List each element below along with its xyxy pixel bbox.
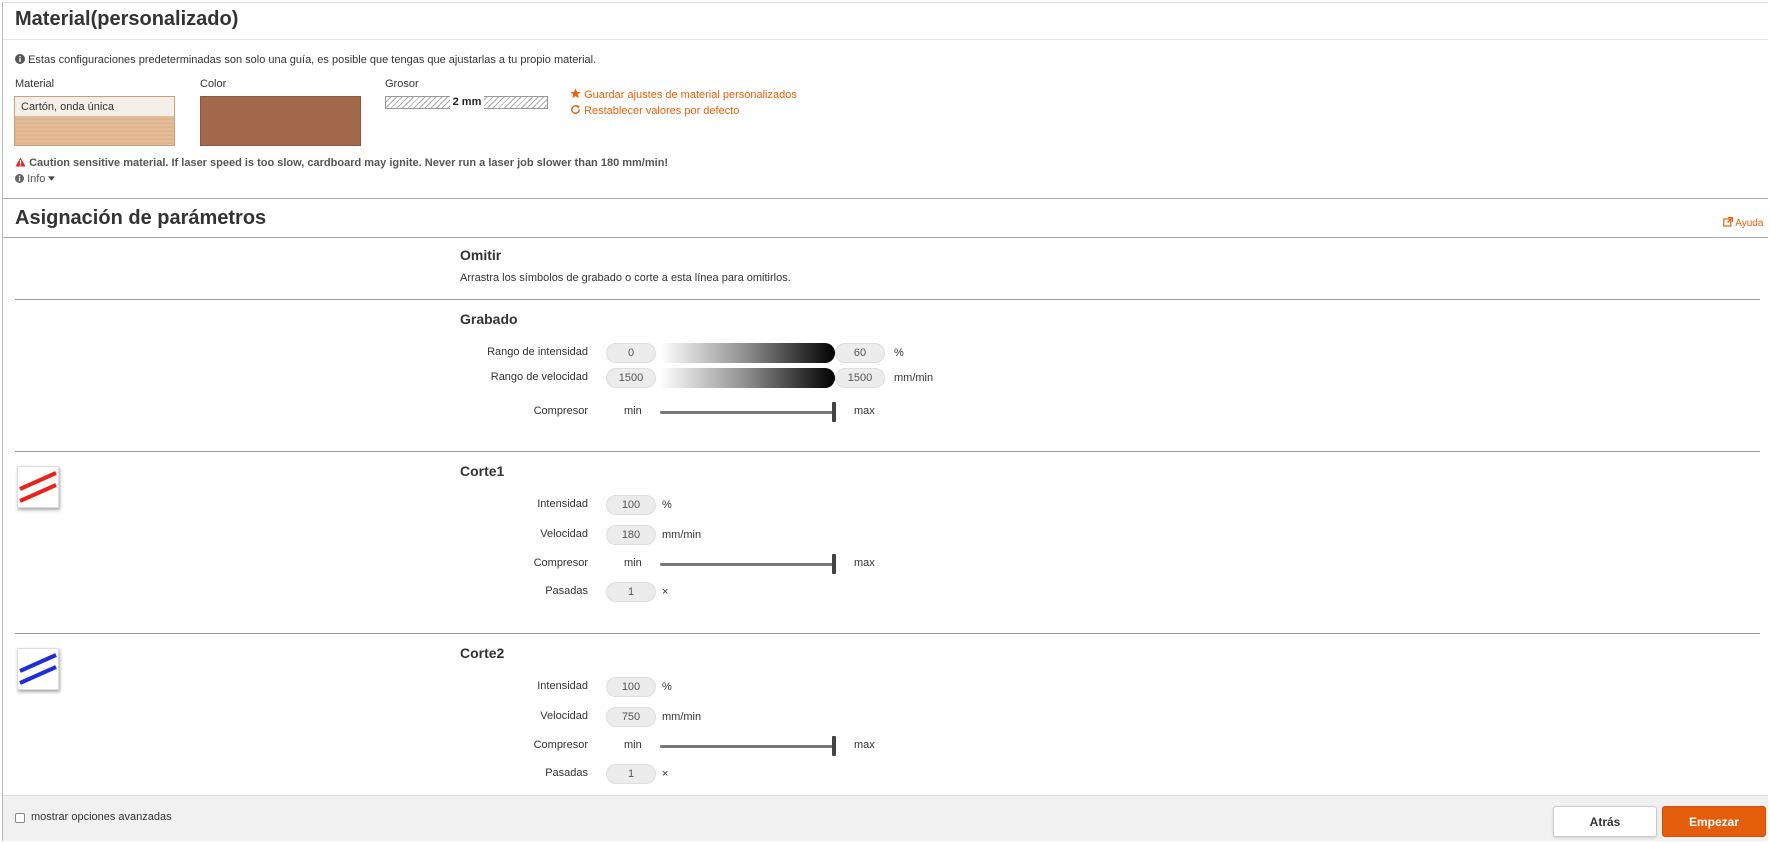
save-material-label: Guardar ajustes de material personalizad… bbox=[584, 89, 797, 101]
start-button[interactable]: Empezar bbox=[1662, 806, 1766, 837]
cut2-compressor-label: Compresor bbox=[533, 739, 588, 751]
divider bbox=[3, 237, 1768, 238]
thickness-value: 2 mm bbox=[450, 96, 484, 109]
engrave-intensity-min-input[interactable]: 0 bbox=[606, 343, 656, 363]
hint-text: Estas configuraciones predeterminadas so… bbox=[28, 54, 597, 66]
cut2-passes-input[interactable]: 1 bbox=[606, 764, 656, 784]
material-label: Material bbox=[15, 78, 55, 90]
footer-bar: mostrar opciones avanzadas Atrás Empezar bbox=[3, 795, 1768, 841]
hint-row: Estas configuraciones predeterminadas so… bbox=[15, 54, 596, 66]
material-value: Cartón, onda única bbox=[21, 101, 114, 113]
engrave-compressor-label: Compresor bbox=[533, 405, 588, 417]
cut1-passes-unit: × bbox=[662, 586, 669, 598]
params-title: Asignación de parámetros bbox=[15, 207, 267, 229]
cut1-intensity-label: Intensidad bbox=[537, 498, 588, 510]
engrave-intensity-range[interactable] bbox=[660, 343, 835, 363]
cut1-speed-unit: mm/min bbox=[662, 529, 702, 541]
cut2-speed-label: Velocidad bbox=[540, 710, 588, 722]
engrave-compressor-slider[interactable] bbox=[660, 411, 835, 414]
engrave-speed-range[interactable] bbox=[660, 368, 835, 388]
divider bbox=[15, 633, 1760, 634]
advanced-options-checkbox[interactable] bbox=[15, 813, 25, 823]
cut1-speed-input[interactable]: 180 bbox=[606, 525, 656, 545]
reset-defaults-link[interactable]: Restablecer valores por defecto bbox=[570, 104, 739, 117]
color-selector[interactable] bbox=[200, 96, 361, 146]
engrave-intensity-max-input[interactable]: 60 bbox=[835, 343, 885, 363]
help-label: Ayuda bbox=[1735, 218, 1764, 229]
engrave-title: Grabado bbox=[460, 311, 518, 327]
blue-cut-lines-icon bbox=[19, 653, 57, 685]
save-material-link[interactable]: Guardar ajustes de material personalizad… bbox=[570, 88, 797, 101]
engrave-compressor-handle[interactable] bbox=[832, 402, 836, 422]
skip-description: Arrastra los símbolos de grabado o corte… bbox=[460, 272, 791, 284]
warning-icon bbox=[15, 157, 26, 167]
divider bbox=[15, 451, 1760, 452]
cut2-compressor-min-label: min bbox=[624, 739, 642, 751]
cut2-passes-label: Pasadas bbox=[545, 767, 588, 779]
cut1-intensity-input[interactable]: 100 bbox=[606, 495, 656, 515]
cut2-title: Corte2 bbox=[460, 645, 505, 661]
cut1-symbol[interactable] bbox=[17, 466, 59, 508]
cut1-intensity-unit: % bbox=[662, 499, 672, 511]
caution-row: Caution sensitive material. If laser spe… bbox=[15, 157, 668, 169]
skip-drop-line[interactable] bbox=[15, 299, 1760, 300]
star-icon bbox=[570, 88, 581, 99]
cut1-compressor-max-label: max bbox=[854, 557, 875, 569]
divider bbox=[3, 39, 1768, 40]
cut2-speed-unit: mm/min bbox=[662, 711, 702, 723]
caution-text: Caution sensitive material. If laser spe… bbox=[29, 157, 669, 169]
cut2-intensity-label: Intensidad bbox=[537, 680, 588, 692]
caret-down-icon bbox=[48, 176, 56, 181]
engrave-speed-unit: mm/min bbox=[894, 372, 934, 384]
cut1-compressor-label: Compresor bbox=[533, 557, 588, 569]
cut1-passes-input[interactable]: 1 bbox=[606, 582, 656, 602]
cut1-speed-label: Velocidad bbox=[540, 528, 588, 540]
cut1-compressor-handle[interactable] bbox=[832, 554, 836, 574]
color-label: Color bbox=[200, 78, 227, 90]
engrave-speed-min-input[interactable]: 1500 bbox=[606, 368, 656, 388]
engrave-compressor-max-label: max bbox=[854, 405, 875, 417]
back-button[interactable]: Atrás bbox=[1553, 806, 1657, 837]
help-link[interactable]: Ayuda bbox=[1723, 216, 1764, 229]
cut2-compressor-slider[interactable] bbox=[660, 745, 835, 748]
cut1-title: Corte1 bbox=[460, 463, 505, 479]
info-circle-icon bbox=[15, 174, 24, 183]
reset-defaults-label: Restablecer valores por defecto bbox=[584, 105, 740, 117]
refresh-icon bbox=[571, 104, 580, 114]
engrave-intensity-unit: % bbox=[894, 347, 904, 359]
info-circle-icon bbox=[15, 54, 25, 64]
cut2-intensity-unit: % bbox=[662, 681, 672, 693]
cut2-compressor-max-label: max bbox=[854, 739, 875, 751]
info-toggle[interactable]: Info bbox=[15, 173, 56, 185]
material-title: Material(personalizado) bbox=[15, 8, 239, 30]
engrave-speed-label: Rango de velocidad bbox=[490, 371, 588, 383]
info-label: Info bbox=[27, 173, 46, 185]
skip-title: Omitir bbox=[460, 247, 502, 263]
cut2-symbol[interactable] bbox=[17, 648, 59, 690]
divider bbox=[3, 198, 1768, 199]
cut1-compressor-slider[interactable] bbox=[660, 563, 835, 566]
advanced-options-label[interactable]: mostrar opciones avanzadas bbox=[31, 811, 172, 823]
thickness-label: Grosor bbox=[385, 78, 419, 90]
red-cut-lines-icon bbox=[19, 471, 57, 503]
cut2-passes-unit: × bbox=[662, 768, 669, 780]
cut1-compressor-min-label: min bbox=[624, 557, 642, 569]
material-selector[interactable]: Cartón, onda única bbox=[14, 96, 175, 146]
cut2-speed-input[interactable]: 750 bbox=[606, 707, 656, 727]
engrave-compressor-min-label: min bbox=[624, 405, 642, 417]
cut1-passes-label: Pasadas bbox=[545, 585, 588, 597]
cut2-compressor-handle[interactable] bbox=[832, 736, 836, 756]
engrave-intensity-label: Rango de intensidad bbox=[487, 346, 588, 358]
external-link-icon bbox=[1723, 216, 1734, 227]
cut2-intensity-input[interactable]: 100 bbox=[606, 677, 656, 697]
engrave-speed-max-input[interactable]: 1500 bbox=[835, 368, 885, 388]
thickness-selector[interactable]: 2 mm bbox=[385, 96, 548, 109]
